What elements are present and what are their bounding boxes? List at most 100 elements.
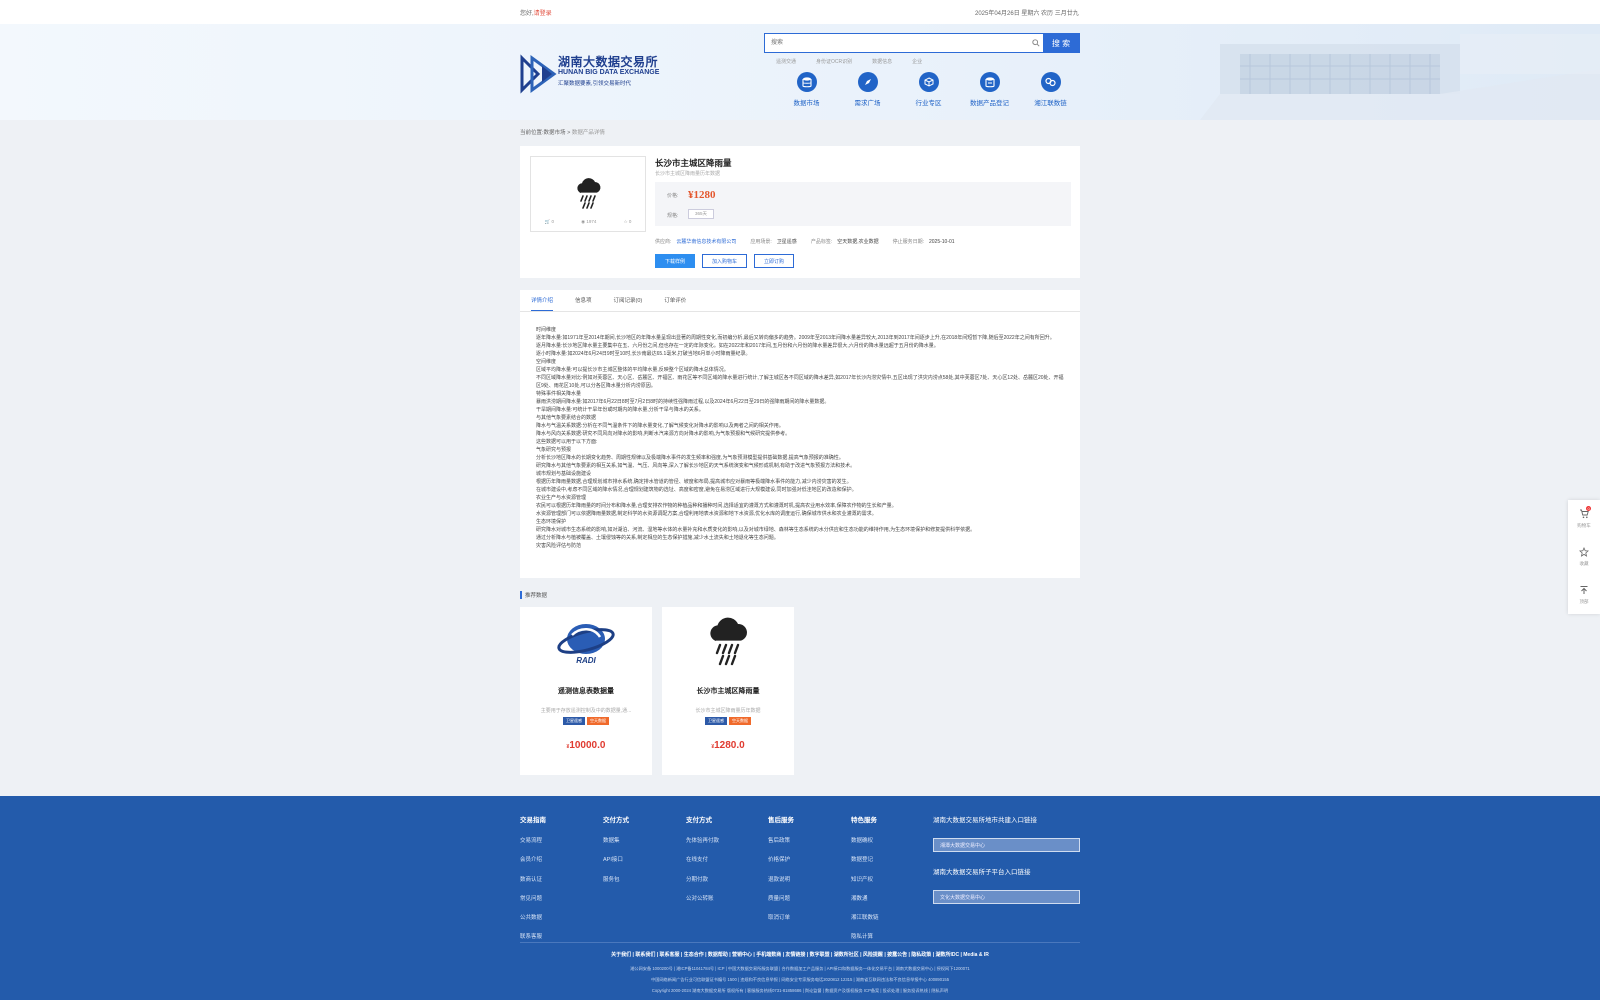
detail-line: 干旱期间降水量:可统计干旱年份或时期内的降水量,分析干旱与降水的关系。 <box>536 407 704 413</box>
footer-column: 交付方式数据集 API接口服务包 <box>603 814 629 894</box>
entry-select[interactable]: 文化大数据交易中心 <box>933 890 1080 904</box>
footer-link[interactable]: 公共数据 <box>520 913 546 921</box>
detail-line: 农业生产与水资源管理 <box>536 495 587 501</box>
product-actions: 下载样例 加入购物车 立即订购 <box>655 254 795 268</box>
spec-option[interactable]: 365天 <box>688 209 715 219</box>
recommend-price: ¥1280.0 <box>662 740 794 751</box>
nav-data-market[interactable]: 数据市场 <box>776 72 837 107</box>
nav-label: 湘江联数链 <box>1034 100 1067 107</box>
tab-info-items[interactable]: 信息项 <box>575 290 592 311</box>
footer-link[interactable]: 分期付款 <box>686 875 719 883</box>
side-label: 收藏 <box>1579 561 1589 566</box>
entry-heading: 湖南大数据交易所地市共建入口链接 <box>933 817 1037 824</box>
footer-link[interactable]: 售后政策 <box>768 836 794 844</box>
detail-line: 水资源管理部门可以依据降雨量数据,制定科学的水资源调配方案,合理利用地表水资源和… <box>536 511 877 517</box>
footer-link[interactable]: 数据登记 <box>851 855 879 863</box>
order-now-button[interactable]: 立即订购 <box>754 254 795 268</box>
footer-link[interactable]: 知识产权 <box>851 875 879 883</box>
cart-badge: 0 <box>1586 506 1592 511</box>
footer-link[interactable]: 交易流程 <box>520 836 546 844</box>
hot-search-item[interactable]: 身份证OCR识别 <box>816 58 852 65</box>
hot-search-item[interactable]: 企业 <box>912 58 922 65</box>
footer-link[interactable]: 服务包 <box>603 875 629 883</box>
cart-icon: 0 <box>1579 506 1592 520</box>
footer-link[interactable]: 取消订单 <box>768 913 794 921</box>
recommend-card[interactable]: RADI 遥测信息表数据量 主要用于存放遥测控制及中的数据量,通... 卫星遥感… <box>520 607 652 775</box>
logo-en: HUNAN BIG DATA EXCHANGE <box>558 69 660 76</box>
footer-link[interactable]: 联系客服 <box>520 932 546 940</box>
footer-link[interactable]: 会员介绍 <box>520 855 546 863</box>
detail-line: 研究降水对城市生态系统的影响,如对湖泊、河流、湿地等水体的水量补充和水质变化的影… <box>536 527 976 533</box>
product-card: 🛒 0 ◉ 1974 ☆ 0 长沙市主城区降雨量 长沙市主城区降雨量历年数据 价… <box>520 146 1080 278</box>
recommend-title: 长沙市主城区降雨量 <box>696 688 760 695</box>
side-cart[interactable]: 0 购物车 <box>1568 500 1600 538</box>
fav-count: ☆ 0 <box>623 219 632 224</box>
detail-line: 与其他气象要素结合的数据 <box>536 415 597 421</box>
footer-link[interactable]: 湘数通 <box>851 894 879 902</box>
detail-line: 农民可以根据历年降雨量的时间分布和降水量,合理安排农作物的种植品种和播种时间,选… <box>536 503 897 509</box>
tab-subscriptions[interactable]: 订阅记录(0) <box>614 290 643 311</box>
spec-label: 规格: <box>667 213 679 219</box>
supplier-link[interactable]: 云麓华南信息技术有限公司 <box>676 239 736 245</box>
nav-xiangjiang-chain[interactable]: 湘江联数链 <box>1020 72 1081 107</box>
search-input[interactable] <box>765 34 1029 52</box>
database-icon <box>796 72 817 92</box>
add-to-cart-button[interactable]: 加入购物车 <box>702 254 748 268</box>
footer-link[interactable]: API接口 <box>603 855 629 863</box>
login-link[interactable]: 请登录 <box>534 11 552 17</box>
recommend-card[interactable]: 长沙市主城区降雨量 长沙市主城区降雨量历年数据 卫星遥感 空天数据 ¥1280.… <box>662 607 794 775</box>
download-sample-button[interactable]: 下载样例 <box>655 254 696 268</box>
detail-line: 特殊事件相关降水量 <box>536 391 582 397</box>
nav-product-register[interactable]: 数据产品登记 <box>959 72 1020 107</box>
search-button[interactable]: 搜 索 <box>1043 34 1079 52</box>
footer-link[interactable]: 数商认证 <box>520 875 546 883</box>
nav-industry-zone[interactable]: 行业专区 <box>898 72 959 107</box>
footer-column: 售后服务 售后政策 价格保护 退款说明 质量问题 取消订单 <box>768 814 794 932</box>
meta-label: 产品标签: <box>810 239 833 245</box>
footer-link[interactable]: 退款说明 <box>768 875 794 883</box>
meta-tags: 产品标签: 空天数据,农业数据 <box>811 238 879 245</box>
price-box: 价格: ¥1280 规格: 365天 <box>655 182 1071 226</box>
footer-link[interactable]: 在线支付 <box>686 855 719 863</box>
entry-select[interactable]: 湘潭大数据交易中心 <box>933 838 1080 852</box>
hot-searches: 遥测交通 身份证OCR识别 数据信息 企业 <box>776 58 942 65</box>
footer-copyright: Copyright 2000-2024 湖南大数据交易所 版权所有 | 客服服务… <box>651 988 949 993</box>
footer-column-heading: 交付方式 <box>603 817 629 824</box>
meta-scenario: 应用场景: 卫星遥感 <box>750 238 796 245</box>
nav-demand-square[interactable]: 需求广场 <box>837 72 898 107</box>
footer-link[interactable]: 隐私计算 <box>851 932 879 940</box>
meta-supplier: 供应商: 云麓华南信息技术有限公司 <box>655 238 736 245</box>
footer-link[interactable]: 价格保护 <box>768 855 794 863</box>
breadcrumb-data-market[interactable]: 数据市场 <box>544 130 566 136</box>
recommend-price: ¥10000.0 <box>520 740 652 751</box>
footer-link[interactable]: 数据集 <box>603 836 629 844</box>
footer-link[interactable]: 先体验再付款 <box>686 836 719 844</box>
footer-links[interactable]: 关于我们 | 联系我们 | 联系客服 | 生态合作 | 数据帮助 | 营销中心 … <box>0 951 1600 958</box>
footer: 交易指南 交易流程 会员介绍 数商认证 常见问题 公共数据 联系客服 交付方式 数据集 API接口… <box>0 796 1600 1000</box>
cart-count-value: 0 <box>551 219 554 224</box>
fav-count-value: 0 <box>628 219 632 224</box>
hot-search-item[interactable]: 遥测交通 <box>776 58 796 65</box>
side-toolbar: 0 购物车 收藏 顶部 <box>1568 500 1600 614</box>
footer-link[interactable]: 常见问题 <box>520 894 546 902</box>
radi-logo-icon: RADI <box>557 624 615 665</box>
detail-line: 气象研究与预报 <box>536 447 572 453</box>
footer-link[interactable]: 公对公转账 <box>686 894 719 902</box>
logo-slogan: 汇聚数据要素,引领交易新时代 <box>558 81 632 87</box>
footer-link[interactable]: 数据确权 <box>851 836 879 844</box>
hot-search-item[interactable]: 数据信息 <box>872 58 892 65</box>
side-favorite[interactable]: 收藏 <box>1568 538 1600 576</box>
footer-link[interactable]: 湘江联数链 <box>851 913 879 921</box>
detail-line: 在城市建设中,考虑不同区域的降水情况,合理规划建筑物的选址、高度和密度,避免在易… <box>536 487 857 493</box>
rain-cloud-icon <box>710 617 747 666</box>
side-top[interactable]: 顶部 <box>1568 576 1600 614</box>
tab-details[interactable]: 详情介绍 <box>531 290 554 311</box>
compass-icon <box>857 72 878 92</box>
tag: 空天数据 <box>587 717 609 725</box>
tab-reviews[interactable]: 订单评价 <box>664 290 686 311</box>
svg-text:RADI: RADI <box>576 656 596 665</box>
footer-link[interactable]: 质量问题 <box>768 894 794 902</box>
header: 湖南大数据交易所 HUNAN BIG DATA EXCHANGE 汇聚数据要素,… <box>0 24 1600 120</box>
search-icon[interactable] <box>1029 34 1043 52</box>
meta-end-date: 停止服务日期: 2025-10-01 <box>893 238 955 245</box>
